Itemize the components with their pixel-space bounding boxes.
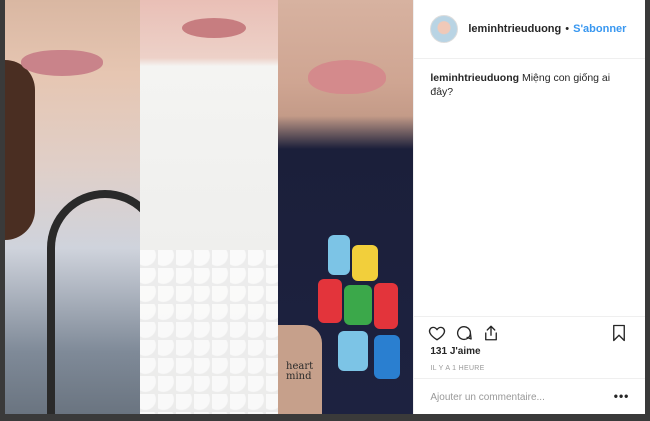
photo-panel-baby [140, 0, 278, 414]
tattoo-text: heart mind [286, 361, 314, 382]
heart-icon[interactable] [428, 324, 446, 342]
bookmark-icon[interactable] [610, 324, 628, 342]
username-link[interactable]: leminhtrieuduong [468, 23, 561, 35]
post-image[interactable]: heart mind [5, 0, 414, 414]
tshirt-print [318, 235, 408, 385]
photo-panel-man: heart mind [278, 0, 414, 414]
comment-input[interactable] [414, 390, 603, 404]
hair [5, 60, 35, 240]
lips [182, 18, 246, 38]
post-sidebar: leminhtrieuduong • S'abonner leminhtrieu… [413, 0, 646, 415]
photo-panel-woman [5, 0, 163, 414]
post-header: leminhtrieuduong • S'abonner [414, 0, 645, 59]
like-count[interactable]: 131 J'aime [430, 346, 480, 357]
timestamp[interactable]: IL Y A 1 HEURE [430, 365, 484, 372]
action-bar [414, 316, 646, 347]
caption: leminhtrieuduong Miệng con giống ai đây? [414, 59, 645, 99]
lips [308, 60, 386, 94]
follow-button[interactable]: S'abonner [573, 23, 626, 35]
separator: • [565, 23, 570, 35]
caption-username[interactable]: leminhtrieuduong [430, 72, 519, 84]
comment-icon[interactable] [455, 324, 473, 342]
instagram-post: heart mind leminhtrieuduong • S'abonner … [5, 0, 646, 415]
avatar[interactable] [430, 15, 459, 43]
fluffy-blanket [140, 250, 278, 414]
more-options-button[interactable]: ••• [614, 389, 630, 403]
lips [21, 50, 103, 76]
comment-box: ••• [414, 378, 646, 415]
share-icon[interactable] [482, 324, 500, 342]
